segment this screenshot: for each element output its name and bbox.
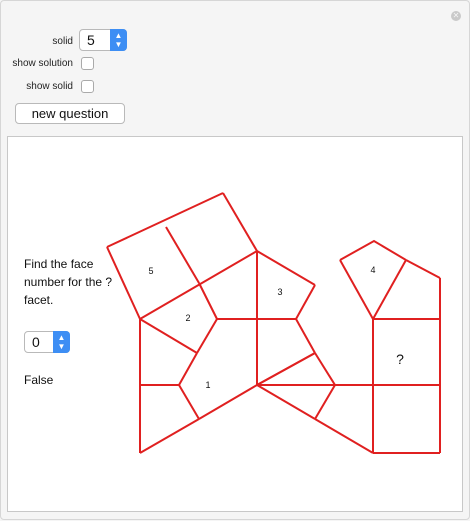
net-edge	[106, 192, 224, 248]
net-edge	[405, 259, 441, 279]
net-edge	[339, 259, 374, 320]
net-edge	[314, 418, 374, 454]
net-edge	[196, 318, 218, 354]
net-edge	[165, 226, 200, 284]
net-edge	[314, 384, 336, 420]
net-edge	[295, 284, 316, 320]
net-edge	[372, 259, 407, 320]
net-edge	[256, 352, 316, 386]
net-edge	[178, 352, 198, 386]
face-label-5: 5	[148, 266, 153, 276]
net-diagram: 5 2 3 1 4 ?	[106, 192, 441, 454]
face-label-2: 2	[185, 313, 190, 323]
app-window: ✕ solid 5 ▲ ▼ show solution show solid ne…	[0, 0, 470, 520]
net-edge	[256, 384, 316, 420]
net-edge	[139, 250, 258, 320]
face-label-3: 3	[277, 287, 282, 297]
net-edge	[139, 318, 198, 354]
face-label-1: 1	[205, 380, 210, 390]
net-edge	[222, 192, 258, 252]
net-edge	[295, 318, 316, 354]
net-edge	[139, 418, 200, 454]
net-edge	[339, 239, 407, 261]
net-edge	[198, 384, 258, 420]
net-edge	[256, 250, 316, 286]
unknown-face-label: ?	[396, 351, 404, 367]
net-edge	[198, 282, 218, 320]
net-edge	[314, 352, 336, 386]
face-label-4: 4	[370, 265, 375, 275]
net-edge	[106, 246, 141, 320]
net-edge	[178, 384, 200, 420]
